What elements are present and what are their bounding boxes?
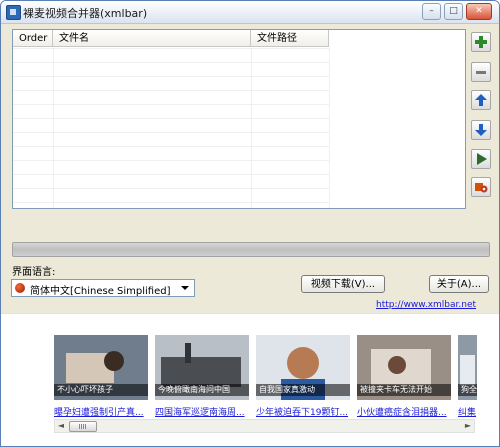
merge-progress-bar	[12, 242, 490, 257]
video-gallery: 不小心吓坏孩子 曝孕妇遭强制引产真... 今晚俯瞰南海问中国 四国海军巡逻南海周…	[1, 313, 499, 446]
add-file-button[interactable]	[471, 32, 491, 52]
column-header-filename[interactable]: 文件名	[53, 30, 251, 47]
close-button[interactable]: ✕	[466, 3, 492, 20]
list-column-divider	[53, 48, 54, 208]
film-gear-icon	[475, 183, 488, 193]
thumbnail-caption: 今晚俯瞰南海问中国	[155, 384, 249, 396]
video-download-button[interactable]: 视频下载(V)...	[301, 275, 385, 293]
website-link[interactable]: http://www.xmlbar.net	[376, 300, 476, 310]
thumbnail-caption: 不小心吓坏孩子	[54, 384, 148, 396]
grip-icon	[79, 424, 86, 429]
maximize-button[interactable]: □	[444, 3, 463, 20]
language-select[interactable]: 简体中文[Chinese Simplified]	[11, 279, 195, 297]
move-up-button[interactable]	[471, 90, 491, 110]
play-icon	[477, 153, 487, 165]
video-title-link[interactable]: 小伙遭癌症含泪捐器...	[357, 405, 447, 418]
language-label: 界面语言:	[12, 267, 56, 278]
video-title-link[interactable]: 纠集	[458, 405, 477, 418]
list-column-divider	[329, 48, 330, 208]
video-title-link[interactable]: 曝孕妇遭强制引产真...	[54, 405, 144, 418]
gallery-horizontal-scrollbar[interactable]: ◄ ►	[54, 419, 475, 433]
video-title-link[interactable]: 四国海军巡逻南海周...	[155, 405, 245, 418]
video-thumbnail[interactable]: 今晚俯瞰南海问中国	[155, 335, 249, 400]
thumbnail-caption: 狗全	[458, 384, 477, 396]
video-thumbnail[interactable]: 自我国家真激动	[256, 335, 350, 400]
settings-button[interactable]	[471, 177, 491, 197]
video-thumbnail[interactable]: 狗全	[458, 335, 477, 400]
chevron-down-icon[interactable]	[181, 286, 189, 290]
video-thumbnail[interactable]: 被撞夹卡车无法开始	[357, 335, 451, 400]
language-selected-value: 简体中文[Chinese Simplified]	[30, 286, 171, 297]
about-button[interactable]: 关于(A)...	[429, 275, 489, 293]
title-bar[interactable]: 裸麦视频合并器(xmlbar) – □ ✕	[1, 1, 499, 24]
thumbnail-caption: 被撞夹卡车无法开始	[357, 384, 451, 396]
arrow-up-icon	[475, 94, 487, 106]
window-title: 裸麦视频合并器(xmlbar)	[23, 7, 148, 20]
list-gridlines	[13, 48, 329, 208]
thumbnail-caption: 自我国家真激动	[256, 384, 350, 396]
flag-icon	[15, 283, 25, 293]
scroll-left-icon[interactable]: ◄	[55, 420, 67, 432]
arrow-down-icon	[475, 124, 487, 136]
file-list[interactable]: Order 文件名 文件路径	[12, 29, 466, 209]
remove-file-button[interactable]	[471, 62, 491, 82]
list-column-divider	[251, 48, 252, 208]
scroll-right-icon[interactable]: ►	[462, 420, 474, 432]
video-title-link[interactable]: 少年被迫吞下19颗钉...	[256, 405, 348, 418]
scrollbar-thumb[interactable]	[69, 421, 97, 432]
list-header: Order 文件名 文件路径	[13, 30, 329, 48]
video-thumbnail[interactable]: 不小心吓坏孩子	[54, 335, 148, 400]
column-header-filepath[interactable]: 文件路径	[251, 30, 329, 47]
column-header-order[interactable]: Order	[13, 30, 53, 47]
start-merge-button[interactable]	[471, 149, 491, 169]
main-window: 裸麦视频合并器(xmlbar) – □ ✕ Order 文件名 文件路径 界面语…	[0, 0, 500, 447]
plus-icon	[475, 36, 487, 48]
minus-icon	[476, 71, 486, 74]
app-icon	[6, 5, 21, 20]
move-down-button[interactable]	[471, 120, 491, 140]
minimize-button[interactable]: –	[422, 3, 441, 20]
